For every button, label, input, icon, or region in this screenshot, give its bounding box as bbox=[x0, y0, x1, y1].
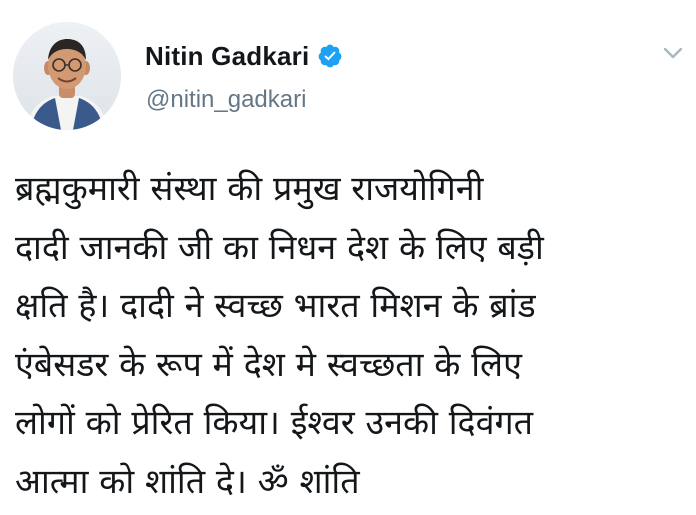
avatar[interactable] bbox=[13, 22, 121, 130]
avatar-image bbox=[13, 22, 121, 130]
tweet-text: ब्रह्मकुमारी संस्था की प्रमुख राजयोगिनी … bbox=[15, 160, 687, 511]
chevron-down-icon[interactable] bbox=[660, 40, 686, 66]
tweet-line: दादी जानकी जी का निधन देश के लिए बड़ी bbox=[15, 227, 544, 268]
user-handle[interactable]: @nitin_gadkari bbox=[146, 86, 306, 114]
tweet-line: लोगों को प्रेरित किया। ईश्वर उनकी दिवंगत bbox=[15, 403, 533, 443]
tweet-card: Nitin Gadkari @nitin_gadkari ब्रह्मकुमार… bbox=[0, 0, 696, 515]
tweet-line: एंबेसडर के रूप में देश मे स्वच्छता के लि… bbox=[15, 344, 522, 385]
verified-badge-icon bbox=[317, 43, 343, 69]
display-name[interactable]: Nitin Gadkari bbox=[145, 41, 309, 72]
tweet-line: आत्मा को शांति दे। ॐ शांति bbox=[15, 461, 360, 502]
author-header: Nitin Gadkari bbox=[145, 36, 343, 76]
tweet-line: ब्रह्मकुमारी संस्था की प्रमुख राजयोगिनी bbox=[15, 169, 484, 209]
tweet-line: क्षति है। दादी ने स्वच्छ भारत मिशन के ब्… bbox=[15, 286, 536, 326]
